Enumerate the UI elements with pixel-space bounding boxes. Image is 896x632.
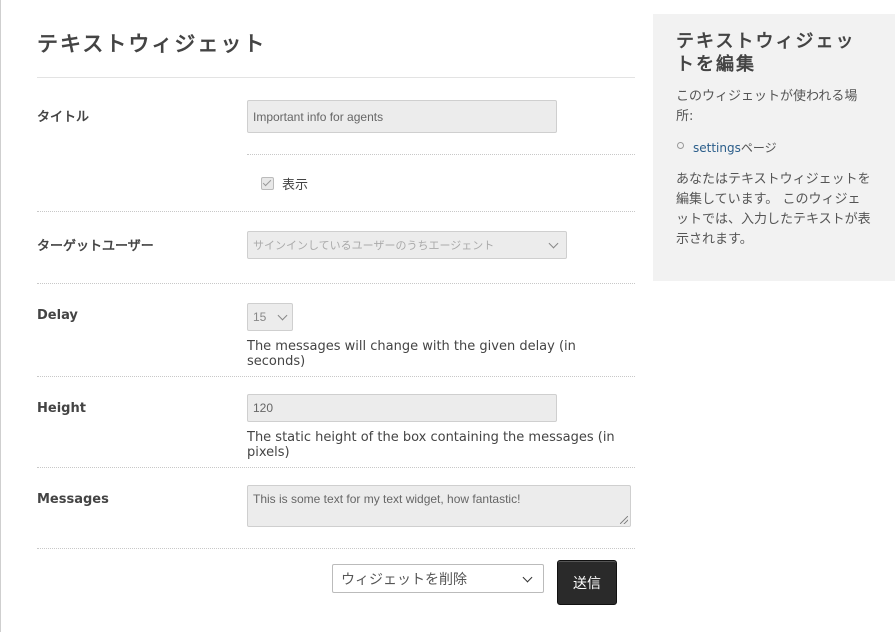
divider xyxy=(37,211,635,212)
messages-textarea[interactable]: This is some text for my text widget, ho… xyxy=(247,485,631,527)
widget-action-value: ウィジェットを削除 xyxy=(341,571,467,588)
divider xyxy=(37,548,635,549)
delay-help: The messages will change with the given … xyxy=(247,339,576,369)
show-checkbox-label: 表示 xyxy=(282,178,309,193)
height-input-value: 120 xyxy=(253,401,274,415)
chevron-down-icon xyxy=(522,572,533,582)
divider xyxy=(37,283,635,284)
messages-label: Messages xyxy=(37,492,109,507)
chevron-down-icon xyxy=(548,238,559,249)
title-input-value: Important info for agents xyxy=(253,109,384,124)
submit-button[interactable]: 送信 xyxy=(557,560,617,605)
messages-value: This is some text for my text widget, ho… xyxy=(253,492,521,506)
settings-link-suffix: ページ xyxy=(740,141,777,155)
settings-link[interactable]: settings xyxy=(693,141,741,155)
chevron-down-icon xyxy=(277,310,288,321)
delay-value: 15 xyxy=(253,310,267,324)
delay-label: Delay xyxy=(37,308,78,323)
show-checkbox-row[interactable]: 表示 xyxy=(261,174,308,193)
delay-select[interactable]: 15 xyxy=(247,303,293,331)
sidebar-location-item: settings ページ xyxy=(676,139,873,156)
title-subdivider xyxy=(247,154,635,155)
target-users-label: ターゲットユーザー xyxy=(37,239,154,254)
divider xyxy=(37,467,635,468)
target-users-select[interactable]: サインインしているユーザーのうちエージェント xyxy=(247,231,567,259)
page: テキストウィジェット タイトル Important info for agent… xyxy=(0,0,896,632)
title-input[interactable]: Important info for agents xyxy=(247,100,557,133)
page-title: テキストウィジェット xyxy=(37,32,267,56)
title-divider xyxy=(37,77,635,78)
sidebar-title: テキストウィジェットを編集 xyxy=(676,31,856,75)
widget-action-select[interactable]: ウィジェットを削除 xyxy=(332,564,544,593)
show-checkbox[interactable] xyxy=(261,177,274,190)
sidebar-used-in: このウィジェットが使われる場所: xyxy=(676,89,858,124)
resize-handle-icon[interactable] xyxy=(620,516,628,524)
divider xyxy=(37,376,635,377)
height-label: Height xyxy=(37,401,86,416)
circle-bullet-icon xyxy=(677,142,684,149)
sidebar-description: あなたはテキストウィジェットを編集しています。 このウィジェットでは、入力したテ… xyxy=(676,172,871,247)
sidebar-help-panel: テキストウィジェットを編集 このウィジェットが使われる場所: settings … xyxy=(653,14,895,281)
height-input[interactable]: 120 xyxy=(247,394,557,422)
title-label: タイトル xyxy=(37,110,90,125)
height-help: The static height of the box containing … xyxy=(247,430,615,460)
target-users-value: サインインしているユーザーのうちエージェント xyxy=(253,240,495,252)
